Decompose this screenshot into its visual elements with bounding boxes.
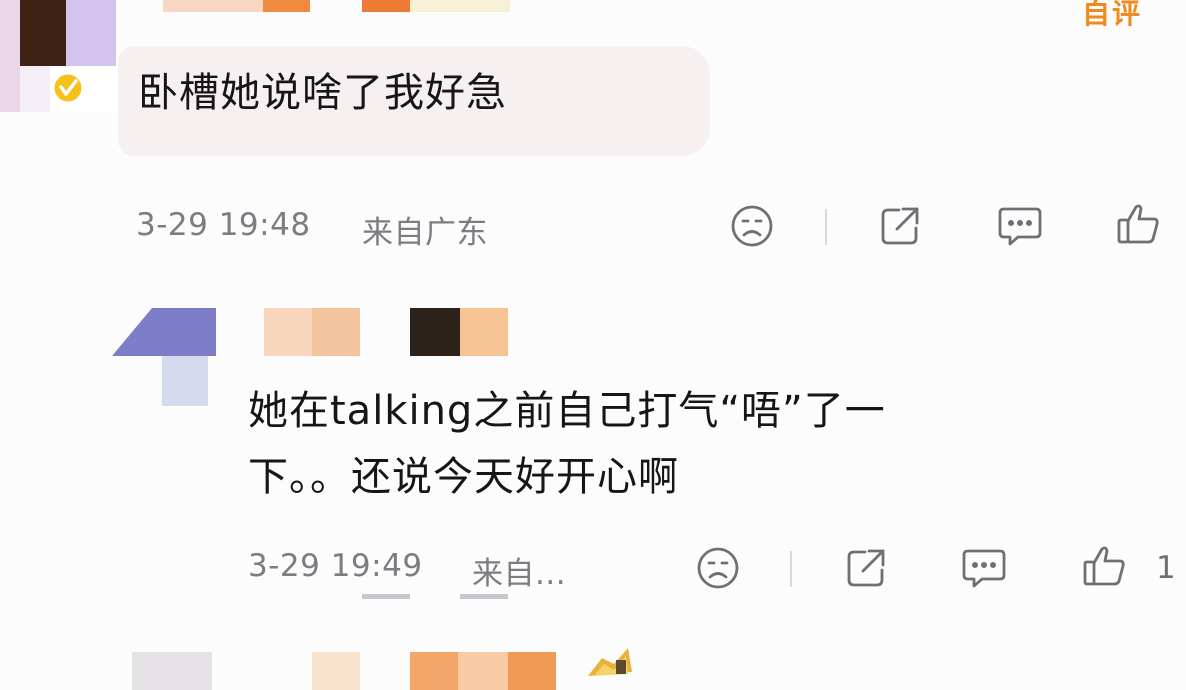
share-icon[interactable] (874, 200, 926, 252)
blurred-username (163, 0, 263, 12)
blurred-username (263, 0, 310, 12)
comment-text: 卧槽她说啥了我好急 (138, 70, 507, 116)
medal-badge-icon (584, 642, 636, 682)
blurred-username (312, 308, 360, 356)
comment-time: 3-29 19:48 (136, 207, 311, 243)
blurred-username (264, 308, 312, 356)
sad-face-icon[interactable] (692, 542, 744, 594)
blurred-underline (362, 594, 410, 599)
thumbs-up-icon[interactable] (1078, 540, 1130, 592)
blurred-username (458, 652, 508, 690)
like-count: 1 (1156, 550, 1176, 586)
comment-location: 来自广东 (362, 215, 488, 251)
blurred-username (460, 308, 508, 356)
avatar[interactable] (132, 652, 212, 690)
blurred-username (312, 652, 360, 690)
blurred-username (410, 652, 458, 690)
blurred-underline (460, 594, 508, 599)
sad-face-icon[interactable] (726, 200, 778, 252)
divider (790, 551, 792, 587)
blurred-username (508, 652, 556, 690)
comment-icon[interactable] (994, 200, 1046, 252)
comment-thread: 自评 卧槽她说啥了我好急 3-29 19:48 来自广东 她在talking之前… (0, 0, 1186, 690)
verified-badge-icon (50, 70, 86, 106)
comment-time: 3-29 19:49 (248, 548, 423, 584)
blurred-username (362, 0, 410, 12)
blurred-username (410, 308, 460, 356)
thumbs-up-icon[interactable] (1112, 198, 1164, 250)
divider (825, 209, 827, 245)
blurred-username (410, 0, 510, 12)
cut-off-label: 自评 (1082, 0, 1143, 30)
comment-text-line-2: 下。。还说今天好开心啊 (248, 454, 679, 500)
comment-location: 来自... (472, 556, 567, 592)
comment-text-line-1: 她在talking之前自己打气“唔”了一 (248, 388, 886, 434)
avatar[interactable] (112, 308, 216, 408)
share-icon[interactable] (840, 542, 892, 594)
comment-icon[interactable] (958, 542, 1010, 594)
